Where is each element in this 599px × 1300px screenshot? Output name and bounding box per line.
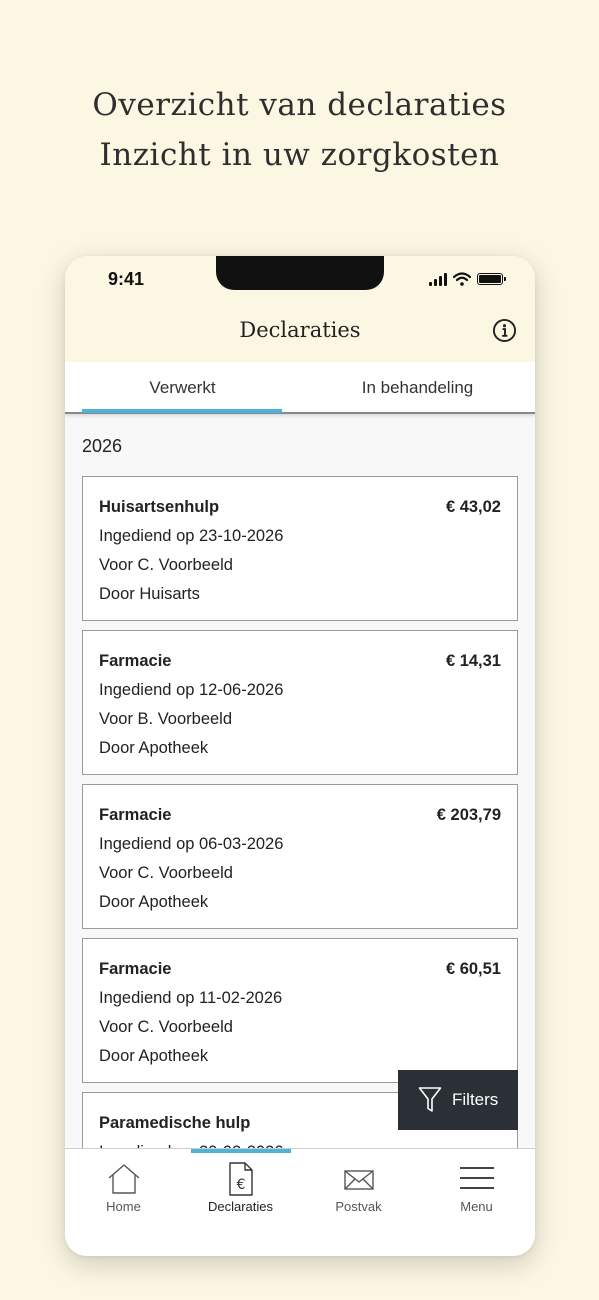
claim-by: Door Huisarts [99,585,200,603]
claim-amount: € 60,51 [445,960,501,978]
claim-category: Paramedische hulp [99,1114,251,1132]
info-icon[interactable] [492,318,517,343]
promo-heading: Overzicht van declaraties Inzicht in uw … [0,80,599,180]
hamburger-icon [459,1167,494,1189]
claim-card[interactable]: Farmacie € 14,31 Ingediend op 12-06-2026 … [82,630,518,775]
envelope-icon [343,1170,374,1190]
nav-label: Declaraties [207,1199,274,1214]
claim-category: Huisartsenhulp [99,498,220,516]
filters-label: Filters [452,1090,499,1109]
device-notch [216,256,384,290]
year-heading: 2026 [82,436,123,456]
svg-text:€: € [236,1177,245,1193]
page-title: Declaraties [239,318,361,342]
nav-menu[interactable]: Menu [418,1149,535,1256]
claim-by: Door Apotheek [99,893,209,911]
nav-postvak[interactable]: Postvak [300,1149,417,1256]
claim-for: Voor C. Voorbeeld [99,1018,233,1036]
promo-line-2: Inzicht in uw zorgkosten [99,137,500,173]
phone-frame: 9:41 Declaraties Verwerkt In behandeling… [65,256,535,1256]
bottom-navigation: Home € Declaraties Postvak Menu [65,1148,535,1256]
claims-list[interactable]: 2026 Huisartsenhulp € 43,02 Ingediend op … [65,414,535,1148]
battery-icon [477,273,506,285]
claim-card[interactable]: Huisartsenhulp € 43,02 Ingediend op 23-10… [82,476,518,621]
euro-document-icon: € [228,1162,253,1196]
app-header: 9:41 Declaraties [65,256,535,362]
active-tab-indicator [82,409,282,413]
claim-category: Farmacie [99,960,172,978]
claim-category: Farmacie [99,652,172,670]
claim-submitted: Ingediend op 23-10-2026 [99,527,284,545]
nav-label: Postvak [335,1199,382,1214]
claim-card[interactable]: Farmacie € 60,51 Ingediend op 11-02-2026 … [82,938,518,1083]
claim-amount: € 43,02 [445,498,501,516]
claim-submitted: Ingediend op 11-02-2026 [99,989,283,1007]
nav-declaraties[interactable]: € Declaraties [182,1149,299,1256]
nav-label: Home [106,1199,141,1214]
status-icons [429,269,506,289]
claim-submitted: Ingediend op 20-02-2026 [99,1138,501,1148]
claim-for: Voor C. Voorbeeld [99,556,233,574]
claim-category: Farmacie [99,806,172,824]
claim-amount: € 14,31 [445,652,501,670]
claim-by: Door Apotheek [99,739,209,757]
wifi-icon [453,272,471,286]
filter-icon [418,1087,442,1112]
home-icon [108,1164,139,1194]
claim-for: Voor C. Voorbeeld [99,864,233,882]
tab-in-behandeling[interactable]: In behandeling [300,362,535,414]
nav-home[interactable]: Home [65,1149,182,1256]
signal-icon [429,272,447,286]
tab-bar: Verwerkt In behandeling [65,362,535,414]
status-time: 9:41 [108,269,145,289]
claim-amount: € 203,79 [436,806,501,824]
claim-submitted: Ingediend op 06-03-2026 [99,835,284,853]
claim-by: Door Apotheek [99,1047,209,1065]
nav-label: Menu [460,1199,493,1214]
promo-line-1: Overzicht van declaraties [92,87,507,123]
claim-submitted: Ingediend op 12-06-2026 [99,681,284,699]
claim-for: Voor B. Voorbeeld [99,710,233,728]
filters-button[interactable]: Filters [398,1070,518,1130]
claim-card[interactable]: Farmacie € 203,79 Ingediend op 06-03-2026… [82,784,518,929]
tab-verwerkt[interactable]: Verwerkt [65,362,300,414]
